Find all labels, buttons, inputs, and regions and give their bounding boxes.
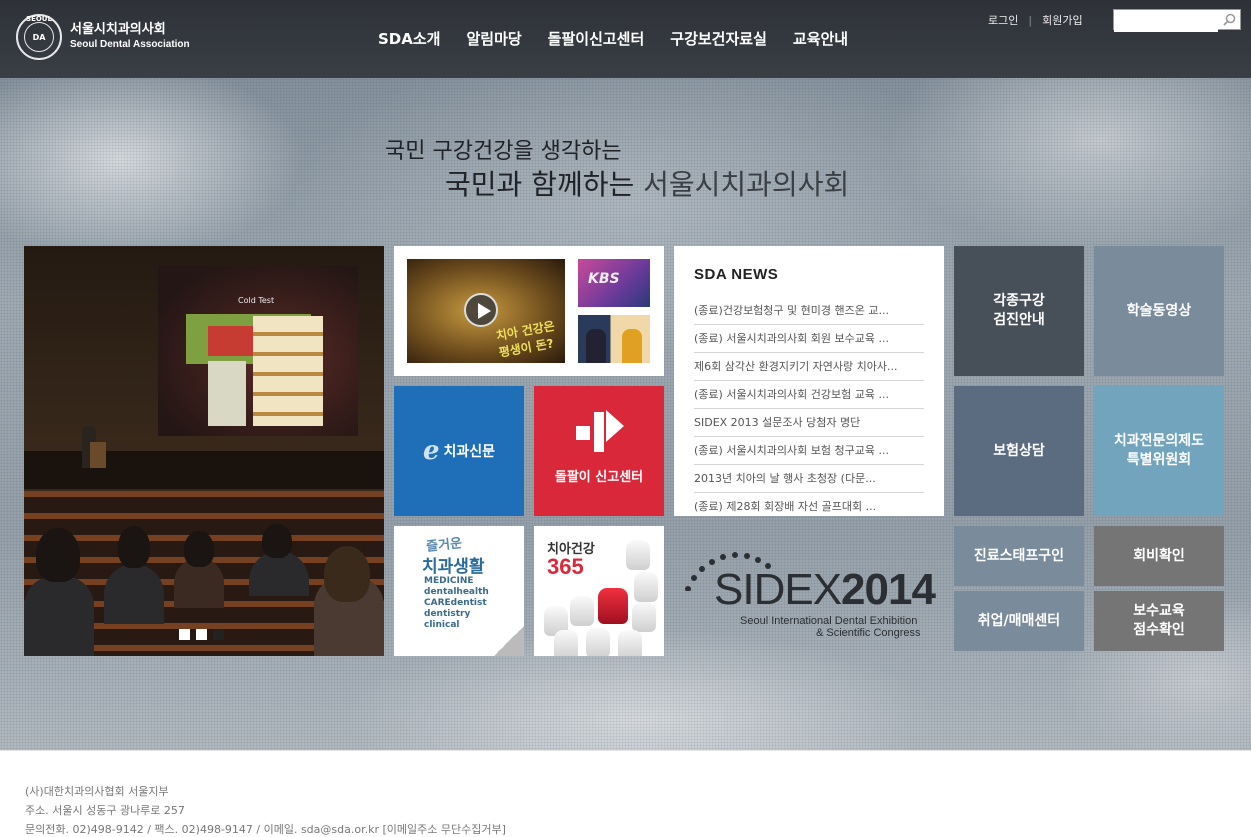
photo-slider[interactable]: Cold Test bbox=[24, 246, 384, 656]
news-item[interactable]: (종료) 제28회 회장배 자선 골프대회 ... bbox=[694, 493, 924, 521]
nav-item-report-center[interactable]: 돌팔이신고센터 bbox=[548, 28, 645, 49]
staff-recruit-tile[interactable]: 진료스태프구인 bbox=[954, 526, 1084, 586]
report-center-label: 돌팔이 신고센터 bbox=[554, 470, 644, 485]
dental-news-tile[interactable]: e 치과신문 bbox=[394, 386, 524, 516]
news-item[interactable]: 2013년 치아의 날 행사 초청장 (다문... bbox=[694, 465, 924, 493]
news-item[interactable]: SIDEX 2013 설문조사 당첨자 명단 bbox=[694, 409, 924, 437]
tooth-icon bbox=[632, 602, 656, 632]
fee-check-tile[interactable]: 회비확인 bbox=[1094, 526, 1224, 586]
screen-title: Cold Test bbox=[238, 296, 275, 305]
news-item[interactable]: (종료) 서울시치과의사회 건강보험 교육 ... bbox=[694, 381, 924, 409]
utility-links: 로그인 | 회원가입 bbox=[988, 12, 1083, 28]
site-header: SEOUL DA 서울시치과의사회 Seoul Dental Associati… bbox=[0, 0, 1251, 78]
tooth-icon bbox=[626, 540, 650, 570]
util-separator: | bbox=[1028, 13, 1033, 27]
nav-item-about[interactable]: SDA소개 bbox=[378, 28, 440, 49]
play-icon[interactable] bbox=[464, 293, 498, 327]
slogan-line-2-b: 서울시치과의사회 bbox=[643, 168, 850, 201]
video-thumbnail-kbs-label: KBS bbox=[588, 271, 620, 287]
report-center-logo-icon bbox=[576, 410, 624, 452]
news-title: SDA NEWS bbox=[694, 266, 779, 283]
lecture-screen-image: Cold Test bbox=[158, 266, 358, 436]
slogan-line-1: 국민 구강건강을 생각하는 bbox=[385, 139, 622, 164]
search-input[interactable] bbox=[1114, 12, 1218, 32]
logo-seal-icon: SEOUL DA bbox=[16, 14, 62, 60]
tooth-icon bbox=[618, 630, 642, 656]
video-caption: 치아 건강은 평생이 돈? bbox=[494, 318, 556, 360]
news-item[interactable]: (종료) 서울시치과의사회 보험 청구교육 ... bbox=[694, 437, 924, 465]
nav-item-oral-health-library[interactable]: 구강보건자료실 bbox=[670, 28, 767, 49]
book-word-cloud: MEDICINE dentalhealth CAREdentist dentis… bbox=[424, 576, 489, 630]
slider-pagination bbox=[179, 629, 230, 640]
dental-life-book-tile[interactable]: 즐거운 치과생활 MEDICINE dentalhealth CAREdenti… bbox=[394, 526, 524, 656]
slider-dot-2[interactable] bbox=[196, 629, 207, 640]
footer-address: 주소. 서울시 성동구 광나루로 257 bbox=[25, 804, 185, 817]
search-icon[interactable] bbox=[1223, 13, 1236, 26]
tooth-icon bbox=[554, 630, 578, 656]
site-logo[interactable]: SEOUL DA 서울시치과의사회 Seoul Dental Associati… bbox=[16, 14, 190, 60]
news-item[interactable]: (종료)건강보험청구 및 현미경 핸즈온 교... bbox=[694, 297, 924, 325]
oral-exam-info-tile[interactable]: 각종구강 검진안내 bbox=[954, 246, 1084, 376]
logo-seal-inner-text: DA bbox=[32, 32, 46, 42]
video-thumbnail-kbs[interactable]: KBS bbox=[578, 259, 650, 307]
video-main-thumbnail[interactable]: 치아 건강은 평생이 돈? bbox=[407, 259, 565, 363]
sidex-year: 2014 bbox=[841, 565, 936, 614]
sidex-prefix: SIDEX bbox=[714, 565, 842, 614]
stage bbox=[24, 451, 384, 489]
tooth-icon bbox=[634, 572, 658, 602]
nav-item-education[interactable]: 교육안내 bbox=[793, 28, 848, 49]
tooth-health-365: 365 bbox=[547, 554, 584, 579]
tooth-health-365-tile[interactable]: 치아건강 365 bbox=[534, 526, 664, 656]
tooth-icon bbox=[570, 596, 594, 626]
education-points-tile[interactable]: 보수교육 점수확인 bbox=[1094, 591, 1224, 651]
sidex-title: SIDEX2014 bbox=[714, 565, 936, 615]
sidex-2014-banner[interactable]: SIDEX2014 Seoul International Dental Exh… bbox=[680, 545, 940, 645]
video-thumbnail-interview[interactable] bbox=[578, 315, 650, 363]
logo-seal-top-text: SEOUL bbox=[26, 15, 52, 23]
main-nav: SDA소개 알림마당 돌팔이신고센터 구강보건자료실 교육안내 bbox=[378, 28, 874, 49]
footer-org-name: (사)대한치과의사협회 서울지부 bbox=[25, 785, 169, 798]
podium bbox=[90, 442, 106, 468]
video-tile: 치아 건강은 평생이 돈? KBS bbox=[394, 246, 664, 376]
slogan-line-2-a: 국민과 함께하는 bbox=[445, 168, 635, 201]
specialist-committee-tile[interactable]: 치과전문의제도 특별위원회 bbox=[1094, 386, 1224, 516]
tooth-icon bbox=[586, 628, 610, 656]
signup-link[interactable]: 회원가입 bbox=[1042, 12, 1082, 28]
report-center-tile[interactable]: 돌팔이 신고센터 bbox=[534, 386, 664, 516]
news-list: (종료)건강보험청구 및 현미경 핸즈온 교... (종료) 서울시치과의사회 … bbox=[694, 297, 924, 521]
sidex-subtitle-1: Seoul International Dental Exhibition bbox=[740, 615, 918, 627]
page-curl bbox=[494, 626, 524, 656]
site-footer: (사)대한치과의사협회 서울지부 주소. 서울시 성동구 광나루로 257 문의… bbox=[0, 750, 1251, 837]
insurance-consult-tile[interactable]: 보험상담 bbox=[954, 386, 1084, 516]
nav-item-notice[interactable]: 알림마당 bbox=[466, 28, 521, 49]
news-item[interactable]: 제6회 삼각산 환경지키기 자연사랑 치아사... bbox=[694, 353, 924, 381]
book-title-2: 치과생활 bbox=[422, 557, 485, 577]
academic-video-tile[interactable]: 학술동영상 bbox=[1094, 246, 1224, 376]
footer-contact: 문의전화. 02)498-9142 / 팩스. 02)498-9147 / 이메… bbox=[25, 823, 506, 836]
login-link[interactable]: 로그인 bbox=[988, 12, 1018, 28]
news-item[interactable]: (종료) 서울시치과의사회 회원 보수교육 ... bbox=[694, 325, 924, 353]
sidex-subtitle-2: & Scientific Congress bbox=[816, 627, 921, 639]
slogan-line-2: 국민과 함께하는 서울시치과의사회 bbox=[445, 163, 849, 203]
dental-news-e-icon: e bbox=[422, 436, 440, 466]
red-tooth-icon bbox=[598, 588, 628, 624]
search-box bbox=[1113, 9, 1241, 32]
slider-dot-3[interactable] bbox=[213, 629, 224, 640]
jobs-trade-center-tile[interactable]: 취업/매매센터 bbox=[954, 591, 1084, 651]
logo-english-name: Seoul Dental Association bbox=[70, 39, 190, 50]
logo-korean-name: 서울시치과의사회 bbox=[70, 22, 166, 37]
sda-news-panel: SDA NEWS (종료)건강보험청구 및 현미경 핸즈온 교... (종료) … bbox=[674, 246, 944, 516]
slider-dot-1[interactable] bbox=[179, 629, 190, 640]
dental-news-label: 치과신문 bbox=[443, 444, 496, 460]
